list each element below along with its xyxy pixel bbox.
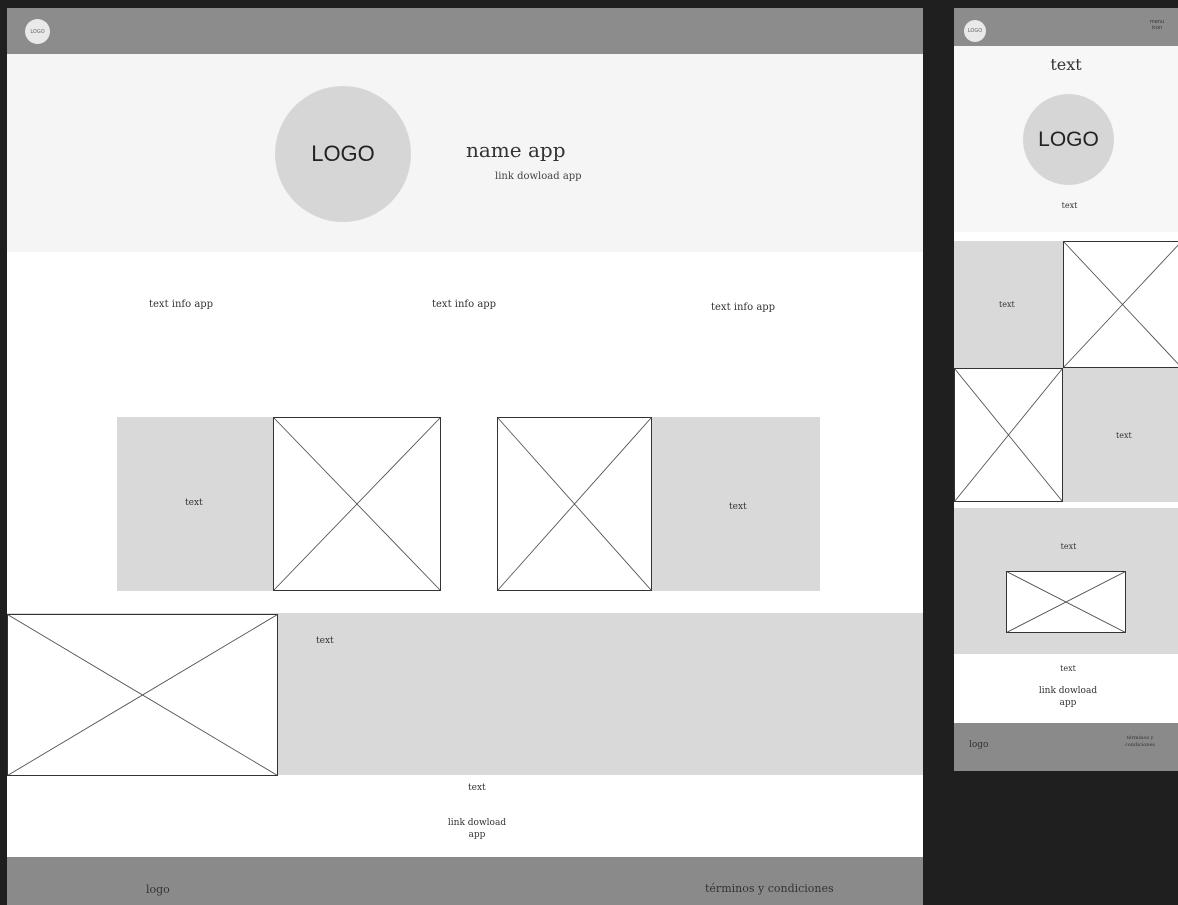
- mobile-footer-logo[interactable]: logo: [969, 740, 988, 750]
- bottom-download-link-line1: link dowload: [447, 818, 507, 828]
- mobile-footer: logo términos y condiciones: [954, 723, 1178, 771]
- mobile-hero-heading: text: [1050, 55, 1082, 74]
- mobile-panel: text: [954, 508, 1178, 654]
- nav-logo-badge[interactable]: LOGO: [25, 19, 50, 44]
- mobile-row2-text: text: [1116, 431, 1132, 440]
- banner-text: text: [316, 636, 334, 646]
- mobile-download-link-line1: link dowload: [1038, 686, 1098, 696]
- image-placeholder-icon: [954, 368, 1063, 502]
- mobile-hero-caption: text: [1061, 201, 1078, 210]
- bottom-download-link[interactable]: link dowload app: [427, 817, 527, 841]
- mobile-download-link-line2: app: [1059, 698, 1077, 708]
- image-placeholder-icon: [273, 417, 441, 591]
- desktop-nav-bar: LOGO: [7, 8, 923, 54]
- mobile-nav-logo-badge[interactable]: LOGO: [964, 20, 986, 42]
- download-link[interactable]: link dowload app: [495, 171, 582, 182]
- mobile-panel-text: text: [1060, 542, 1077, 551]
- desktop-wireframe: LOGO LOGO name app link dowload app text…: [7, 8, 923, 905]
- info-column-2: text info app: [432, 299, 497, 310]
- image-placeholder-icon: [7, 614, 278, 776]
- mobile-row1-text-block: text: [954, 241, 1063, 368]
- footer-logo[interactable]: logo: [146, 883, 170, 896]
- image-placeholder-icon: [1006, 571, 1126, 633]
- mobile-footer-terms-link[interactable]: términos y condiciones: [1112, 735, 1168, 749]
- mobile-row2-text-block: text: [1063, 368, 1178, 502]
- footer-terms-link[interactable]: términos y condiciones: [705, 882, 834, 895]
- mobile-footer-terms-line2: condiciones: [1125, 742, 1155, 748]
- mobile-wireframe: LOGO menu icon text LOGO text text text …: [954, 8, 1178, 771]
- app-name: name app: [466, 138, 566, 162]
- menu-icon[interactable]: menu icon: [1142, 19, 1172, 31]
- info-column-3: text info app: [711, 302, 776, 313]
- mobile-hero-logo: LOGO: [1023, 94, 1114, 185]
- hero-section: LOGO name app link dowload app: [7, 54, 923, 252]
- menu-icon-line2: icon: [1151, 25, 1163, 31]
- mobile-bottom-text: text: [1060, 664, 1076, 673]
- bottom-text: text: [468, 783, 486, 793]
- mobile-nav-bar: LOGO menu icon: [954, 8, 1178, 46]
- info-column-1: text info app: [149, 299, 214, 310]
- bottom-download-link-line2: app: [468, 830, 486, 840]
- feature-right-text-block: text: [652, 417, 820, 591]
- mobile-row1-text: text: [999, 300, 1015, 309]
- hero-logo: LOGO: [275, 86, 411, 222]
- feature-right-text: text: [729, 502, 747, 512]
- feature-left-text-block: text: [117, 417, 273, 591]
- feature-left-text: text: [185, 498, 203, 508]
- desktop-footer: logo términos y condiciones: [7, 857, 923, 905]
- mobile-download-link[interactable]: link dowload app: [954, 685, 1178, 709]
- mobile-footer-terms-line1: términos y: [1126, 735, 1154, 741]
- image-placeholder-icon: [1063, 241, 1178, 368]
- image-placeholder-icon: [497, 417, 652, 591]
- mobile-hero: text LOGO text: [954, 46, 1178, 232]
